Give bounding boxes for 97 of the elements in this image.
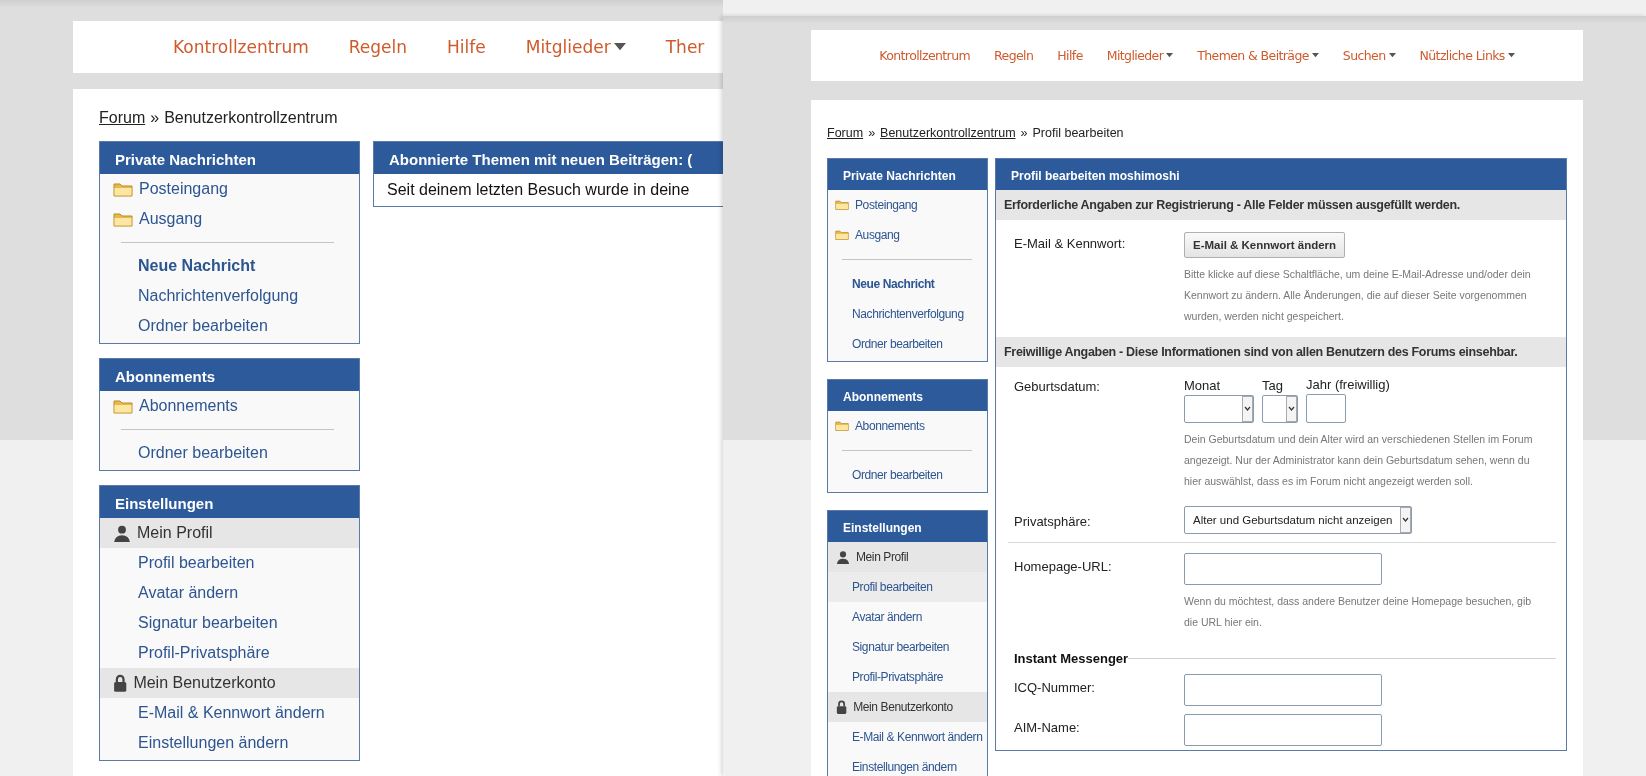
- nav-link[interactable]: Hilfe: [1057, 48, 1083, 63]
- lock-icon: [113, 674, 128, 692]
- section-heading: Freiwillige Angaben - Diese Informationen sind von allen Benutzern des Forums einsehbar.: [996, 337, 1566, 367]
- nav-link[interactable]: Hilfe: [447, 37, 486, 57]
- sidebar-link[interactable]: Neue Nachricht: [100, 251, 359, 281]
- sidebar-link[interactable]: Signatur bearbeiten: [828, 632, 987, 662]
- folder-icon: [835, 229, 849, 241]
- lock-icon: [836, 700, 848, 714]
- nav-link[interactable]: Kontrollzentrum: [173, 37, 309, 57]
- panel-title: Abonnierte Themen mit neuen Beiträgen: (: [374, 142, 723, 174]
- section-heading: Erforderliche Angaben zur Registrierung - Alle Felder müssen ausgefüllt werden.: [996, 190, 1566, 220]
- panel-title: Private Nachrichten: [100, 142, 359, 174]
- sidebar-link[interactable]: Ordner bearbeiten: [828, 460, 987, 490]
- sidebar-link[interactable]: Ordner bearbeiten: [100, 311, 359, 341]
- help-text: Bitte klicke auf diese Schaltfläche, um deine E-Mail-Adresse und/oder dein Kennwort zu ändern. Alle Änderungen, die auf dieser Seite vorgenommen wurden, werden nicht gespeichert.: [1184, 267, 1532, 324]
- breadcrumb-separator: »: [150, 109, 160, 127]
- field-caption: Jahr (freiwillig): [1306, 377, 1390, 392]
- field-label: Geburtsdatum:: [1014, 378, 1101, 396]
- sidebar-link[interactable]: Ausgang: [828, 220, 987, 250]
- group-label: Mein Profil: [137, 524, 213, 542]
- sidebar-link[interactable]: Avatar ändern: [100, 578, 359, 608]
- user-icon: [113, 524, 131, 542]
- folder-icon: [113, 181, 133, 197]
- sidebar-link[interactable]: Posteingang: [100, 174, 359, 204]
- text-field[interactable]: [1184, 714, 1382, 746]
- breadcrumb-current: Benutzerkontrollzentrum: [164, 109, 338, 127]
- sidebar-link[interactable]: Neue Nachricht: [828, 269, 987, 299]
- sidebar-link[interactable]: Posteingang: [828, 190, 987, 220]
- sidebar-link[interactable]: Ausgang: [100, 204, 359, 234]
- sidebar-link[interactable]: E-Mail & Kennwort ändern: [828, 722, 987, 752]
- message-text: Seit deinem letzten Besuch wurde in deine: [386, 180, 691, 200]
- panel-title: Einstellungen: [828, 511, 987, 542]
- nav-link[interactable]: Nützliche Links: [1419, 48, 1515, 63]
- field-caption: Tag: [1262, 378, 1284, 393]
- breadcrumb-link[interactable]: Forum: [827, 126, 864, 140]
- year-field[interactable]: [1306, 394, 1346, 423]
- breadcrumb-link[interactable]: Forum: [99, 109, 146, 127]
- breadcrumb-separator: »: [868, 126, 876, 140]
- breadcrumb-current: Profil bearbeiten: [1032, 126, 1124, 140]
- field-label: ICQ-Nummer:: [1014, 679, 1096, 695]
- text-field[interactable]: [1184, 674, 1382, 706]
- sidebar-link[interactable]: Profil-Privatsphäre: [828, 662, 987, 692]
- sidebar-link[interactable]: Profil bearbeiten: [100, 548, 359, 578]
- nav-link[interactable]: Kontrollzentrum: [879, 48, 971, 63]
- sidebar-link[interactable]: Ordner bearbeiten: [100, 438, 359, 468]
- help-text: Wenn du möchtest, dass andere Benutzer deine Homepage besuchen, gib die URL hier ein.: [1184, 594, 1533, 630]
- sidebar-link[interactable]: Abonnements: [100, 391, 359, 421]
- nav-link[interactable]: Mitglieder: [525, 37, 626, 57]
- sidebar-link[interactable]: Signatur bearbeiten: [100, 608, 359, 638]
- sidebar-link[interactable]: Avatar ändern: [828, 602, 987, 632]
- nav-link[interactable]: Mitglieder: [1106, 48, 1174, 63]
- field-label: Privatsphäre:: [1014, 512, 1092, 529]
- breadcrumb-separator: »: [1020, 126, 1028, 140]
- caret-icon: [613, 43, 626, 51]
- folder-icon: [835, 199, 849, 211]
- panel-title: Einstellungen: [100, 486, 359, 518]
- group-label: Mein Benutzerkonto: [133, 674, 276, 692]
- group-label: Mein Profil: [856, 550, 909, 564]
- sidebar-link[interactable]: Ordner bearbeiten: [828, 329, 987, 359]
- breadcrumb-link[interactable]: Benutzerkontrollzentrum: [880, 126, 1016, 140]
- caret-icon: [1166, 53, 1174, 58]
- field-label: E-Mail & Kennwort:: [1014, 235, 1127, 253]
- sidebar-link[interactable]: Profil bearbeiten: [828, 572, 987, 602]
- month-select[interactable]: [1184, 395, 1254, 423]
- help-text: Dein Geburtsdatum und dein Alter wird an verschiedenen Stellen im Forum angezeigt. Nur der Administrator kann dein Geburtsdatum sehen, wenn du hier auswählst, dass es im Forum nicht angezeigt werden soll.: [1184, 432, 1534, 489]
- change-email-button[interactable]: E-Mail & Kennwort ändern: [1184, 232, 1346, 258]
- panel-title: Abonnements: [828, 380, 987, 411]
- sidebar-link[interactable]: Einstellungen ändern: [100, 728, 359, 758]
- group-heading: Instant Messenger: [1014, 651, 1129, 666]
- field-label: AIM-Name:: [1014, 719, 1081, 735]
- panel-title: Private Nachrichten: [828, 159, 987, 190]
- nav-link[interactable]: Regeln: [994, 48, 1034, 63]
- group-label: Mein Benutzerkonto: [853, 700, 953, 714]
- nav-link[interactable]: Themen & Beiträge: [1197, 48, 1319, 63]
- sidebar-link[interactable]: Nachrichtenverfolgung: [828, 299, 987, 329]
- day-select[interactable]: [1262, 395, 1298, 423]
- privacy-select[interactable]: Alter und Geburtsdatum nicht anzeigen: [1184, 506, 1412, 534]
- sidebar-link[interactable]: Profil-Privatsphäre: [100, 638, 359, 668]
- caret-icon: [1507, 53, 1515, 58]
- sidebar-link[interactable]: E-Mail & Kennwort ändern: [100, 698, 359, 728]
- panel-title: Abonnements: [100, 359, 359, 391]
- caret-icon: [1311, 53, 1319, 58]
- sidebar-link[interactable]: Nachrichtenverfolgung: [100, 281, 359, 311]
- text-field[interactable]: [1184, 553, 1382, 585]
- sidebar-link[interactable]: Einstellungen ändern: [828, 752, 987, 776]
- nav-link[interactable]: Regeln: [348, 37, 408, 57]
- folder-icon: [113, 398, 133, 414]
- nav-link[interactable]: Suchen: [1342, 48, 1396, 63]
- folder-icon: [113, 211, 133, 227]
- user-icon: [836, 550, 850, 564]
- folder-icon: [835, 420, 849, 432]
- sidebar-link[interactable]: Abonnements: [828, 411, 987, 441]
- panel-title: Profil bearbeiten moshimoshi: [996, 159, 1566, 190]
- caret-icon: [1388, 53, 1396, 58]
- nav-link[interactable]: Ther: [665, 37, 705, 57]
- field-caption: Monat: [1184, 378, 1222, 393]
- field-label: Homepage-URL:: [1014, 558, 1113, 574]
